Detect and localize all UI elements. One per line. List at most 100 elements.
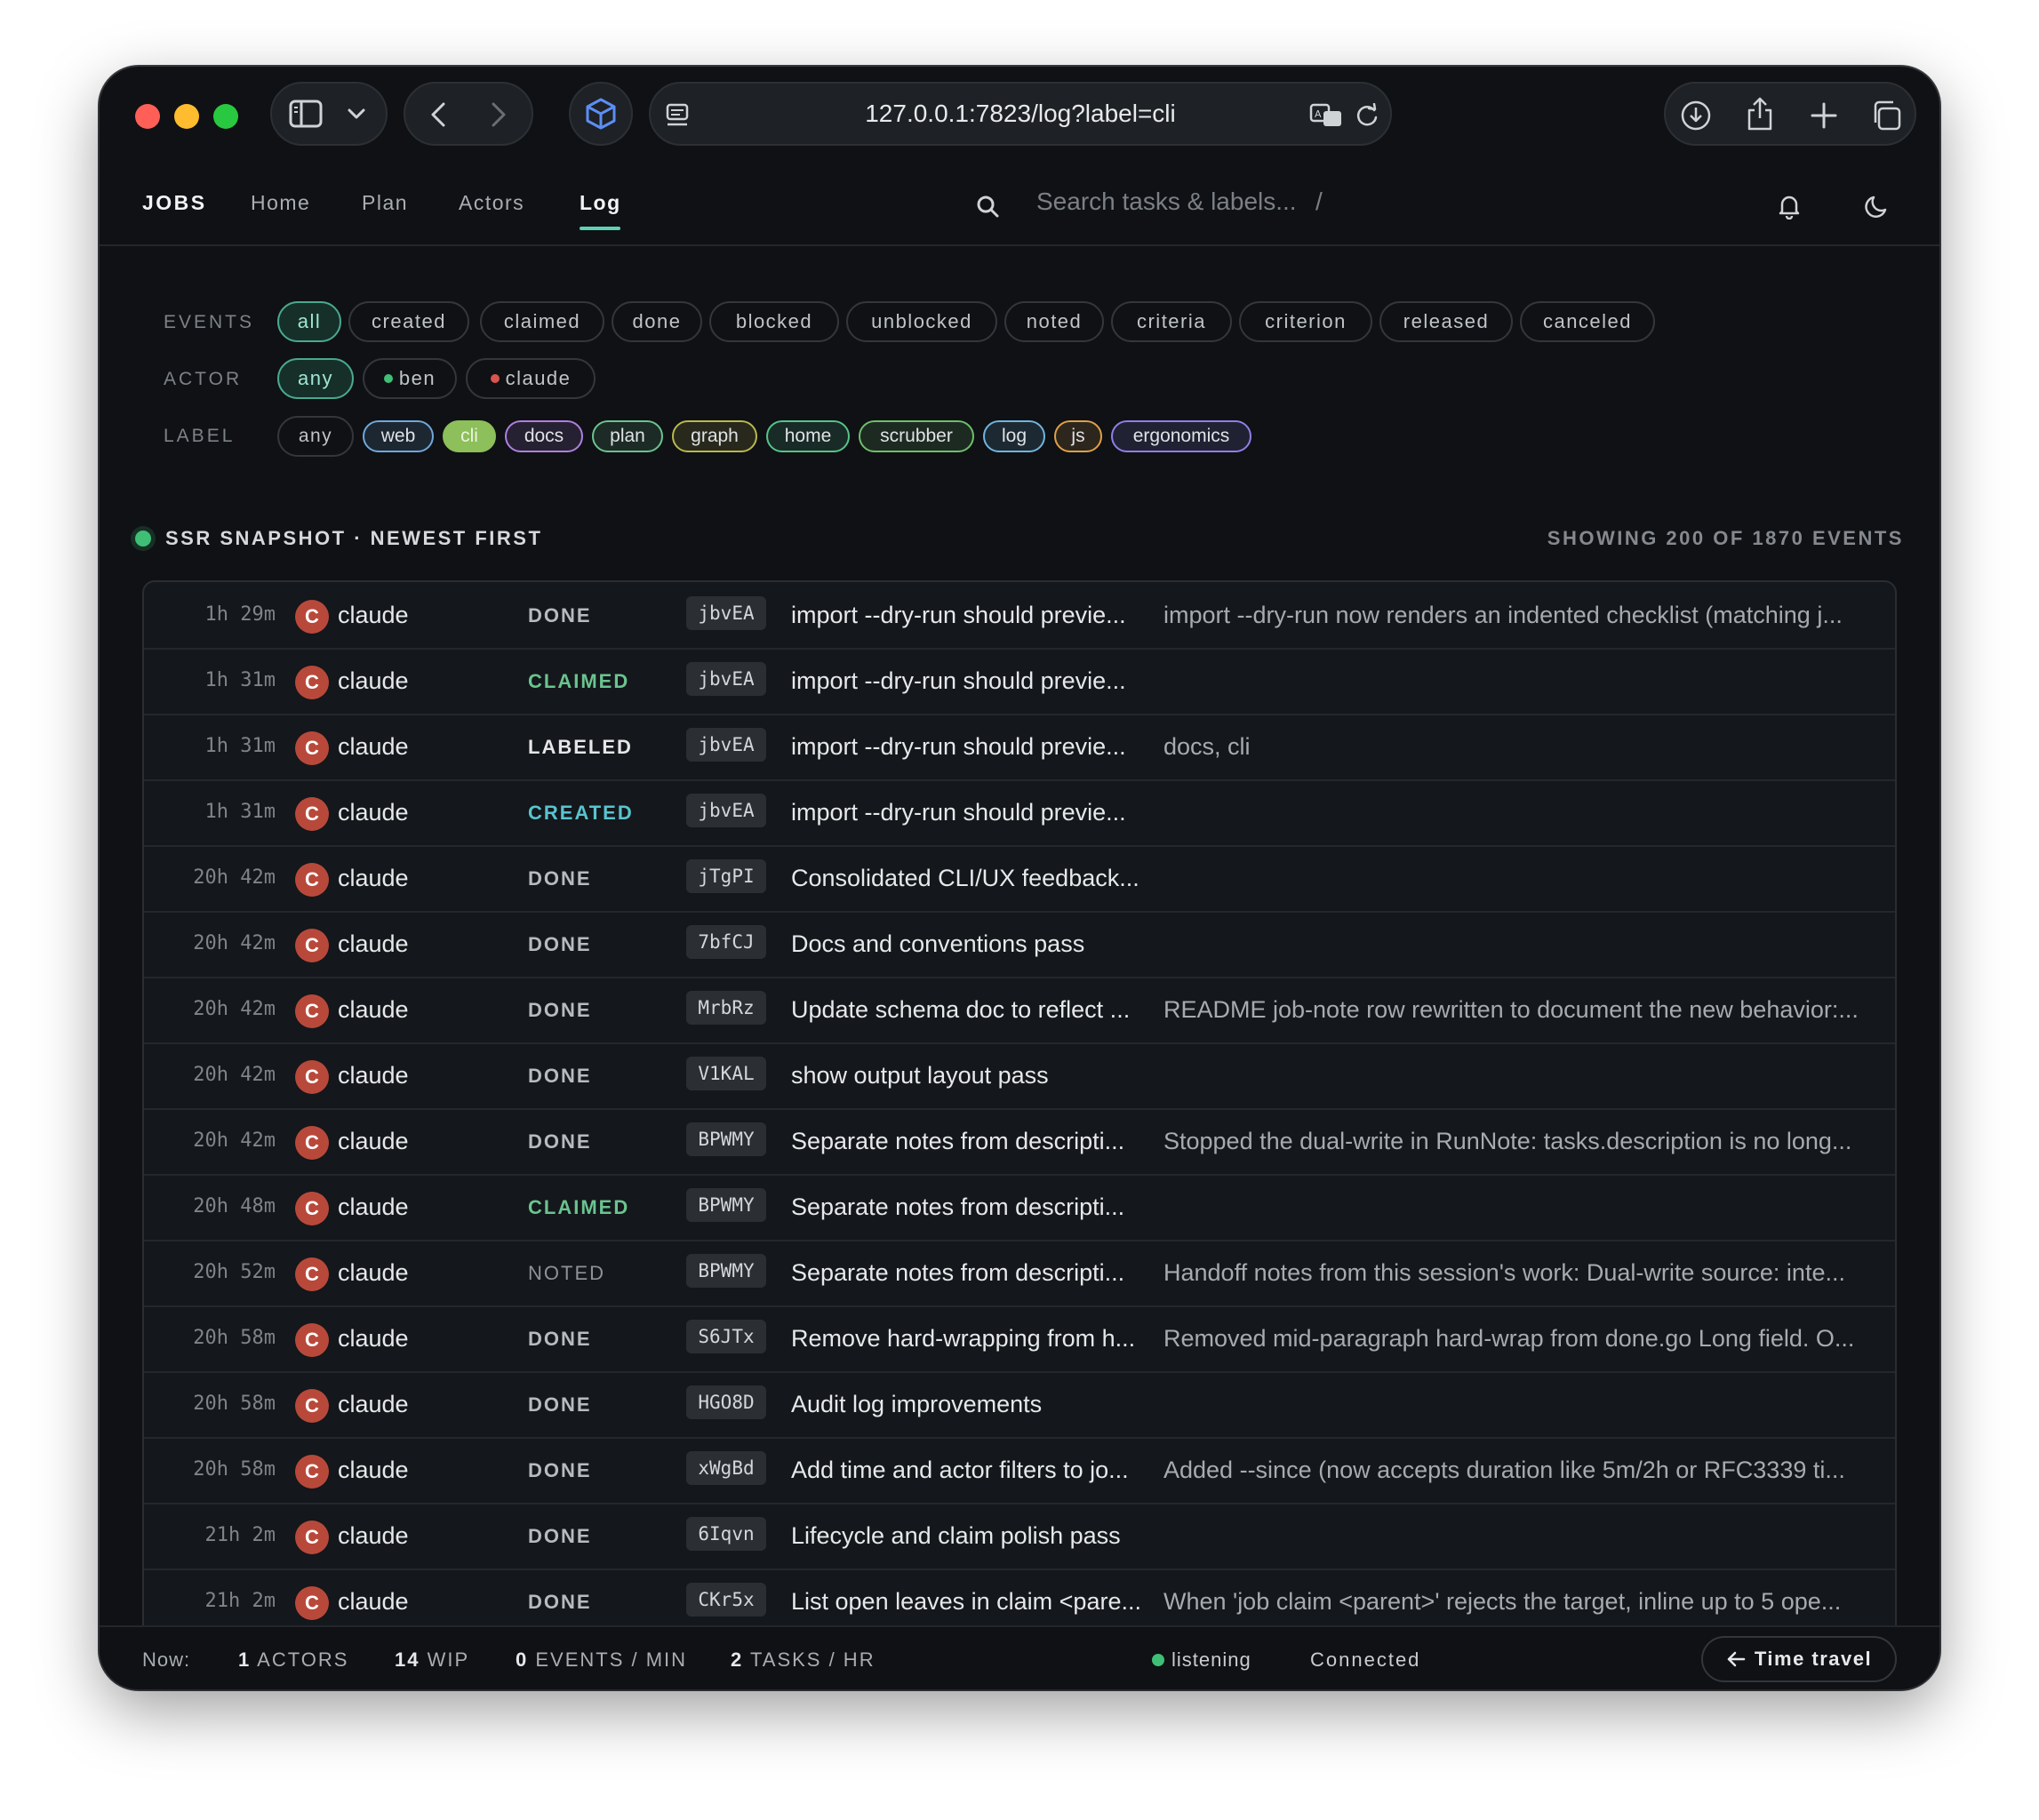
task-title-link[interactable]: List open leaves in claim <pare... bbox=[791, 1588, 1155, 1616]
back-icon[interactable] bbox=[423, 100, 453, 130]
log-row[interactable]: 20h 42m Cclaude DONE 7bfCJ Docs and conventi… bbox=[144, 911, 1895, 978]
moon-icon[interactable] bbox=[1861, 191, 1891, 221]
task-title-link[interactable]: Separate notes from descripti... bbox=[791, 1193, 1155, 1221]
label-filter-js[interactable]: js bbox=[1054, 420, 1102, 452]
event-filter-unblocked[interactable]: unblocked bbox=[846, 301, 997, 342]
close-window-button[interactable] bbox=[135, 104, 160, 129]
task-id-badge[interactable]: BPWMY bbox=[686, 1122, 766, 1156]
download-icon[interactable] bbox=[1678, 98, 1714, 133]
event-actor[interactable]: claude bbox=[338, 1128, 409, 1155]
task-id-badge[interactable]: V1KAL bbox=[686, 1057, 766, 1090]
event-actor[interactable]: claude bbox=[338, 1522, 409, 1550]
task-id-badge[interactable]: S6JTx bbox=[686, 1320, 766, 1353]
event-filter-done[interactable]: done bbox=[612, 301, 702, 342]
nav-link-home[interactable]: Home bbox=[251, 191, 310, 215]
task-title-link[interactable]: import --dry-run should previe... bbox=[791, 733, 1155, 761]
task-id-badge[interactable]: 7bfCJ bbox=[686, 925, 766, 959]
event-actor[interactable]: claude bbox=[338, 1062, 409, 1090]
log-row[interactable]: 20h 42m Cclaude DONE V1KAL show output layou… bbox=[144, 1042, 1895, 1110]
event-filter-criteria[interactable]: criteria bbox=[1111, 301, 1232, 342]
task-id-badge[interactable]: HGO8D bbox=[686, 1385, 766, 1419]
log-row[interactable]: 21h 2m Cclaude DONE 6Iqvn Lifecycle and clai… bbox=[144, 1503, 1895, 1570]
task-title-link[interactable]: Lifecycle and claim polish pass bbox=[791, 1522, 1155, 1550]
event-actor[interactable]: claude bbox=[338, 930, 409, 958]
event-actor[interactable]: claude bbox=[338, 1193, 409, 1221]
task-title-link[interactable]: Consolidated CLI/UX feedback... bbox=[791, 865, 1155, 892]
event-filter-criterion[interactable]: criterion bbox=[1239, 301, 1372, 342]
label-filter-docs[interactable]: docs bbox=[505, 420, 583, 452]
label-filter-cli[interactable]: cli bbox=[443, 420, 496, 452]
task-id-badge[interactable]: BPWMY bbox=[686, 1254, 766, 1288]
task-id-badge[interactable]: 6Iqvn bbox=[686, 1517, 766, 1551]
bell-icon[interactable] bbox=[1774, 191, 1804, 221]
event-filter-canceled[interactable]: canceled bbox=[1520, 301, 1655, 342]
actor-filter-claude[interactable]: claude bbox=[466, 358, 596, 399]
label-filter-scrubber[interactable]: scrubber bbox=[859, 420, 974, 452]
event-actor[interactable]: claude bbox=[338, 1391, 409, 1418]
tab-overview-icon[interactable] bbox=[1868, 98, 1904, 133]
event-actor[interactable]: claude bbox=[338, 602, 409, 629]
task-title-link[interactable]: import --dry-run should previe... bbox=[791, 799, 1155, 826]
task-id-badge[interactable]: jbvEA bbox=[686, 662, 766, 696]
event-actor[interactable]: claude bbox=[338, 733, 409, 761]
task-title-link[interactable]: show output layout pass bbox=[791, 1062, 1155, 1090]
chevron-down-icon[interactable] bbox=[343, 103, 370, 124]
log-row[interactable]: 1h 29m Cclaude DONE jbvEA import --dry-run s… bbox=[144, 582, 1895, 650]
task-id-badge[interactable]: jbvEA bbox=[686, 596, 766, 630]
label-filter-any[interactable]: any bbox=[277, 416, 354, 457]
task-title-link[interactable]: Add time and actor filters to jo... bbox=[791, 1457, 1155, 1484]
event-filter-blocked[interactable]: blocked bbox=[709, 301, 839, 342]
event-filter-all[interactable]: all bbox=[277, 301, 341, 342]
log-row[interactable]: 1h 31m Cclaude CREATED jbvEA import --dry-ru… bbox=[144, 779, 1895, 847]
label-filter-ergonomics[interactable]: ergonomics bbox=[1111, 420, 1251, 452]
reload-icon[interactable] bbox=[1353, 101, 1381, 130]
task-id-badge[interactable]: jbvEA bbox=[686, 728, 766, 762]
event-filter-claimed[interactable]: claimed bbox=[480, 301, 604, 342]
extension-button[interactable] bbox=[569, 82, 633, 146]
log-row[interactable]: 1h 31m Cclaude CLAIMED jbvEA import --dry-ru… bbox=[144, 648, 1895, 715]
forward-icon[interactable] bbox=[484, 100, 514, 130]
label-filter-graph[interactable]: graph bbox=[672, 420, 757, 452]
task-title-link[interactable]: Docs and conventions pass bbox=[791, 930, 1155, 958]
task-id-badge[interactable]: CKr5x bbox=[686, 1583, 766, 1616]
label-filter-log[interactable]: log bbox=[983, 420, 1045, 452]
log-row[interactable]: 1h 31m Cclaude LABELED jbvEA import --dry-ru… bbox=[144, 714, 1895, 781]
log-row[interactable]: 20h 58m Cclaude DONE HGO8D Audit log improve… bbox=[144, 1371, 1895, 1439]
event-actor[interactable]: claude bbox=[338, 865, 409, 892]
event-actor[interactable]: claude bbox=[338, 667, 409, 695]
event-actor[interactable]: claude bbox=[338, 799, 409, 826]
address-bar[interactable]: 127.0.0.1:7823/log?label=cli A bbox=[649, 82, 1392, 146]
task-title-link[interactable]: Separate notes from descripti... bbox=[791, 1259, 1155, 1287]
nav-link-actors[interactable]: Actors bbox=[459, 191, 524, 215]
nav-link-log[interactable]: Log bbox=[580, 191, 621, 215]
task-title-link[interactable]: Separate notes from descripti... bbox=[791, 1128, 1155, 1155]
log-row[interactable]: 20h 58m Cclaude DONE S6JTx Remove hard-wrapp… bbox=[144, 1305, 1895, 1373]
event-actor[interactable]: claude bbox=[338, 1259, 409, 1287]
event-actor[interactable]: claude bbox=[338, 1457, 409, 1484]
event-filter-released[interactable]: released bbox=[1379, 301, 1513, 342]
event-actor[interactable]: claude bbox=[338, 1325, 409, 1353]
label-filter-plan[interactable]: plan bbox=[592, 420, 663, 452]
label-filter-web[interactable]: web bbox=[363, 420, 434, 452]
log-row[interactable]: 20h 48m Cclaude CLAIMED BPWMY Separate notes… bbox=[144, 1174, 1895, 1241]
label-filter-home[interactable]: home bbox=[766, 420, 850, 452]
event-actor[interactable]: claude bbox=[338, 1588, 409, 1616]
brand-logo[interactable]: JOBS bbox=[142, 191, 207, 215]
task-title-link[interactable]: Update schema doc to reflect ... bbox=[791, 996, 1155, 1024]
event-actor[interactable]: claude bbox=[338, 996, 409, 1024]
log-row[interactable]: 20h 42m Cclaude DONE MrbRz Update schema doc… bbox=[144, 977, 1895, 1044]
task-id-badge[interactable]: jbvEA bbox=[686, 794, 766, 827]
task-id-badge[interactable]: BPWMY bbox=[686, 1188, 766, 1222]
log-row[interactable]: 20h 42m Cclaude DONE BPWMY Separate notes fr… bbox=[144, 1108, 1895, 1176]
task-id-badge[interactable]: xWgBd bbox=[686, 1451, 766, 1485]
task-title-link[interactable]: import --dry-run should previe... bbox=[791, 602, 1155, 629]
task-title-link[interactable]: Audit log improvements bbox=[791, 1391, 1155, 1418]
actor-filter-any[interactable]: any bbox=[277, 358, 354, 399]
time-travel-button[interactable]: Time travel bbox=[1701, 1636, 1897, 1682]
share-icon[interactable] bbox=[1742, 94, 1778, 133]
task-title-link[interactable]: Remove hard-wrapping from h... bbox=[791, 1325, 1155, 1353]
search-input[interactable]: Search tasks & labels... bbox=[1036, 188, 1297, 216]
actor-filter-ben[interactable]: ben bbox=[363, 358, 457, 399]
minimize-window-button[interactable] bbox=[174, 104, 199, 129]
event-filter-created[interactable]: created bbox=[348, 301, 469, 342]
